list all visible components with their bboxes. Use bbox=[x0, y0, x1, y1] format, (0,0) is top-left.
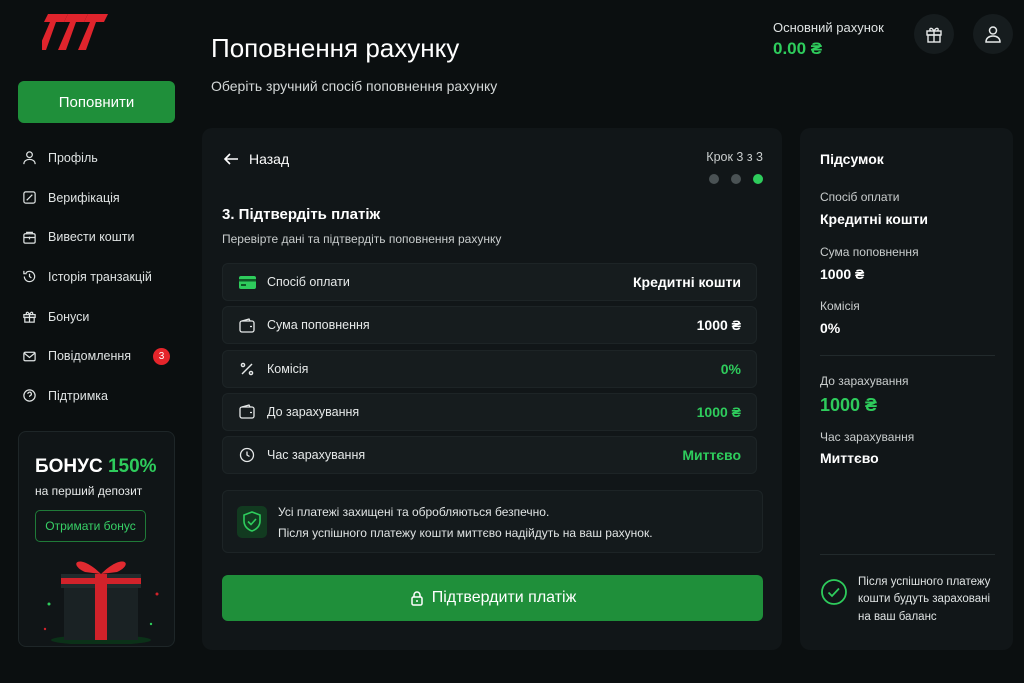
summary-time-label: Час зарахування bbox=[820, 430, 915, 444]
summary-amount-value: 1000 ₴ bbox=[820, 266, 865, 282]
step-indicator-label: Крок 3 з 3 bbox=[706, 150, 763, 164]
bonus-promo-card: БОНУС 150% на перший депозит Отримати бо… bbox=[18, 431, 175, 647]
step-dot bbox=[709, 174, 719, 184]
promo-title-percent: 150% bbox=[107, 456, 157, 477]
detail-label: Комісія bbox=[267, 361, 309, 376]
detail-value: 0% bbox=[720, 360, 741, 377]
sidebar-item-profile[interactable]: Профіль bbox=[22, 138, 182, 178]
sidebar: Поповнити Профіль Верифікація Вивести ко… bbox=[0, 0, 190, 683]
account-button[interactable] bbox=[973, 14, 1013, 54]
detail-row-credit: До зарахування 1000 ₴ bbox=[222, 392, 757, 431]
sidebar-item-label: Історія транзакцій bbox=[48, 269, 152, 284]
detail-row-time: Час зарахування Миттєво bbox=[222, 436, 757, 475]
balance-value: 0.00 ₴ bbox=[773, 39, 823, 58]
step-dot bbox=[731, 174, 741, 184]
step-dots bbox=[709, 174, 763, 184]
back-label: Назад bbox=[249, 151, 290, 167]
page-subtitle: Оберіть зручний спосіб поповнення рахунк… bbox=[211, 78, 498, 94]
detail-value: 1000 ₴ bbox=[696, 403, 741, 420]
sidebar-item-verification[interactable]: Верифікація bbox=[22, 178, 182, 218]
user-icon bbox=[985, 26, 1001, 43]
sidebar-item-messages[interactable]: Повідомлення 3 bbox=[22, 336, 182, 376]
security-notice: Усі платежі захищені та обробляються без… bbox=[222, 490, 763, 553]
gifts-button[interactable] bbox=[914, 14, 954, 54]
summary-card: Підсумок Спосіб оплати Кредитні кошти Су… bbox=[800, 128, 1013, 650]
wallet-icon bbox=[238, 403, 256, 421]
detail-row-amount: Сума поповнення 1000 ₴ bbox=[222, 306, 757, 345]
summary-credit-value: 1000 ₴ bbox=[820, 395, 878, 415]
detail-label: До зарахування bbox=[267, 404, 360, 419]
gift-box-illustration-icon bbox=[43, 561, 159, 644]
page-title: Поповнення рахунку bbox=[211, 33, 460, 63]
percent-icon bbox=[238, 360, 256, 378]
confirm-button-label: Підтвердити платіж bbox=[431, 589, 577, 606]
detail-label: Сума поповнення bbox=[267, 318, 370, 333]
summary-method-label: Спосіб оплати bbox=[820, 190, 900, 204]
summary-time-value: Миттєво bbox=[820, 450, 879, 466]
user-icon bbox=[23, 151, 36, 165]
summary-title: Підсумок bbox=[820, 151, 884, 167]
wallet-withdraw-icon bbox=[23, 231, 36, 244]
card-icon bbox=[238, 273, 256, 291]
detail-row-fee: Комісія 0% bbox=[222, 349, 757, 388]
detail-row-method: Спосіб оплати Кредитні кошти bbox=[222, 263, 757, 301]
help-icon bbox=[23, 389, 36, 403]
promo-title: БОНУС 150% bbox=[35, 456, 157, 478]
get-bonus-button[interactable]: Отримати бонус bbox=[35, 510, 146, 542]
summary-fee-value: 0% bbox=[820, 320, 841, 336]
security-notice-line: Після успішного платежу кошти миттєво на… bbox=[278, 526, 653, 540]
detail-value: Кредитні кошти bbox=[633, 274, 741, 290]
sidebar-item-label: Верифікація bbox=[48, 190, 120, 205]
history-icon bbox=[23, 271, 36, 283]
confirm-payment-card: Назад Крок 3 з 3 3. Підтвердіть платіж П… bbox=[202, 128, 782, 650]
confirm-payment-button[interactable]: Підтвердити платіж bbox=[222, 575, 763, 621]
sidebar-item-withdraw[interactable]: Вивести кошти bbox=[22, 217, 182, 257]
section-subtitle: Перевірте дані та підтвердіть поповнення… bbox=[222, 232, 502, 246]
promo-title-prefix: БОНУС bbox=[35, 456, 103, 477]
detail-label: Час зарахування bbox=[267, 448, 366, 463]
summary-amount-label: Сума поповнення bbox=[820, 245, 919, 259]
sidebar-item-support[interactable]: Підтримка bbox=[22, 376, 182, 416]
detail-value: Миттєво bbox=[682, 447, 741, 464]
summary-divider bbox=[820, 554, 995, 555]
summary-divider bbox=[820, 355, 995, 356]
section-title: 3. Підтвердіть платіж bbox=[222, 206, 381, 223]
arrow-left-icon bbox=[223, 153, 238, 165]
promo-subtitle: на перший депозит bbox=[35, 484, 143, 498]
gift-icon bbox=[926, 27, 942, 43]
balance-label: Основний рахунок bbox=[773, 20, 884, 35]
verification-icon bbox=[23, 191, 36, 204]
sidebar-item-label: Вивести кошти bbox=[48, 230, 135, 245]
gift-icon bbox=[23, 311, 36, 323]
summary-credit-label: До зарахування bbox=[820, 374, 909, 388]
sidebar-nav: Профіль Верифікація Вивести кошти Історі… bbox=[22, 138, 182, 416]
sidebar-item-label: Бонуси bbox=[48, 309, 90, 324]
security-notice-line: Усі платежі захищені та обробляються без… bbox=[278, 505, 550, 519]
sidebar-item-history[interactable]: Історія транзакцій bbox=[22, 257, 182, 297]
wallet-icon bbox=[238, 316, 256, 334]
back-button[interactable]: Назад bbox=[222, 150, 289, 168]
lock-icon bbox=[410, 591, 423, 606]
check-circle-icon bbox=[821, 579, 847, 605]
summary-note: Після успішного платежу кошти будуть зар… bbox=[858, 576, 991, 623]
detail-value: 1000 ₴ bbox=[696, 317, 741, 334]
topup-button[interactable]: Поповнити bbox=[18, 81, 175, 123]
sidebar-item-label: Повідомлення bbox=[48, 349, 132, 364]
clock-icon bbox=[238, 446, 256, 464]
mail-icon bbox=[23, 351, 36, 362]
messages-count-badge: 3 bbox=[153, 347, 170, 365]
sidebar-item-label: Профіль bbox=[48, 150, 98, 165]
detail-label: Спосіб оплати bbox=[267, 275, 350, 289]
summary-fee-label: Комісія bbox=[820, 299, 860, 313]
summary-method-value: Кредитні кошти bbox=[820, 211, 928, 227]
shield-check-icon bbox=[237, 506, 267, 538]
brand-logo-icon[interactable] bbox=[42, 12, 108, 52]
payment-details-list: Спосіб оплати Кредитні кошти Сума поповн… bbox=[222, 263, 757, 479]
sidebar-item-bonuses[interactable]: Бонуси bbox=[22, 297, 182, 337]
step-dot-active bbox=[753, 174, 763, 184]
sidebar-item-label: Підтримка bbox=[48, 388, 109, 403]
